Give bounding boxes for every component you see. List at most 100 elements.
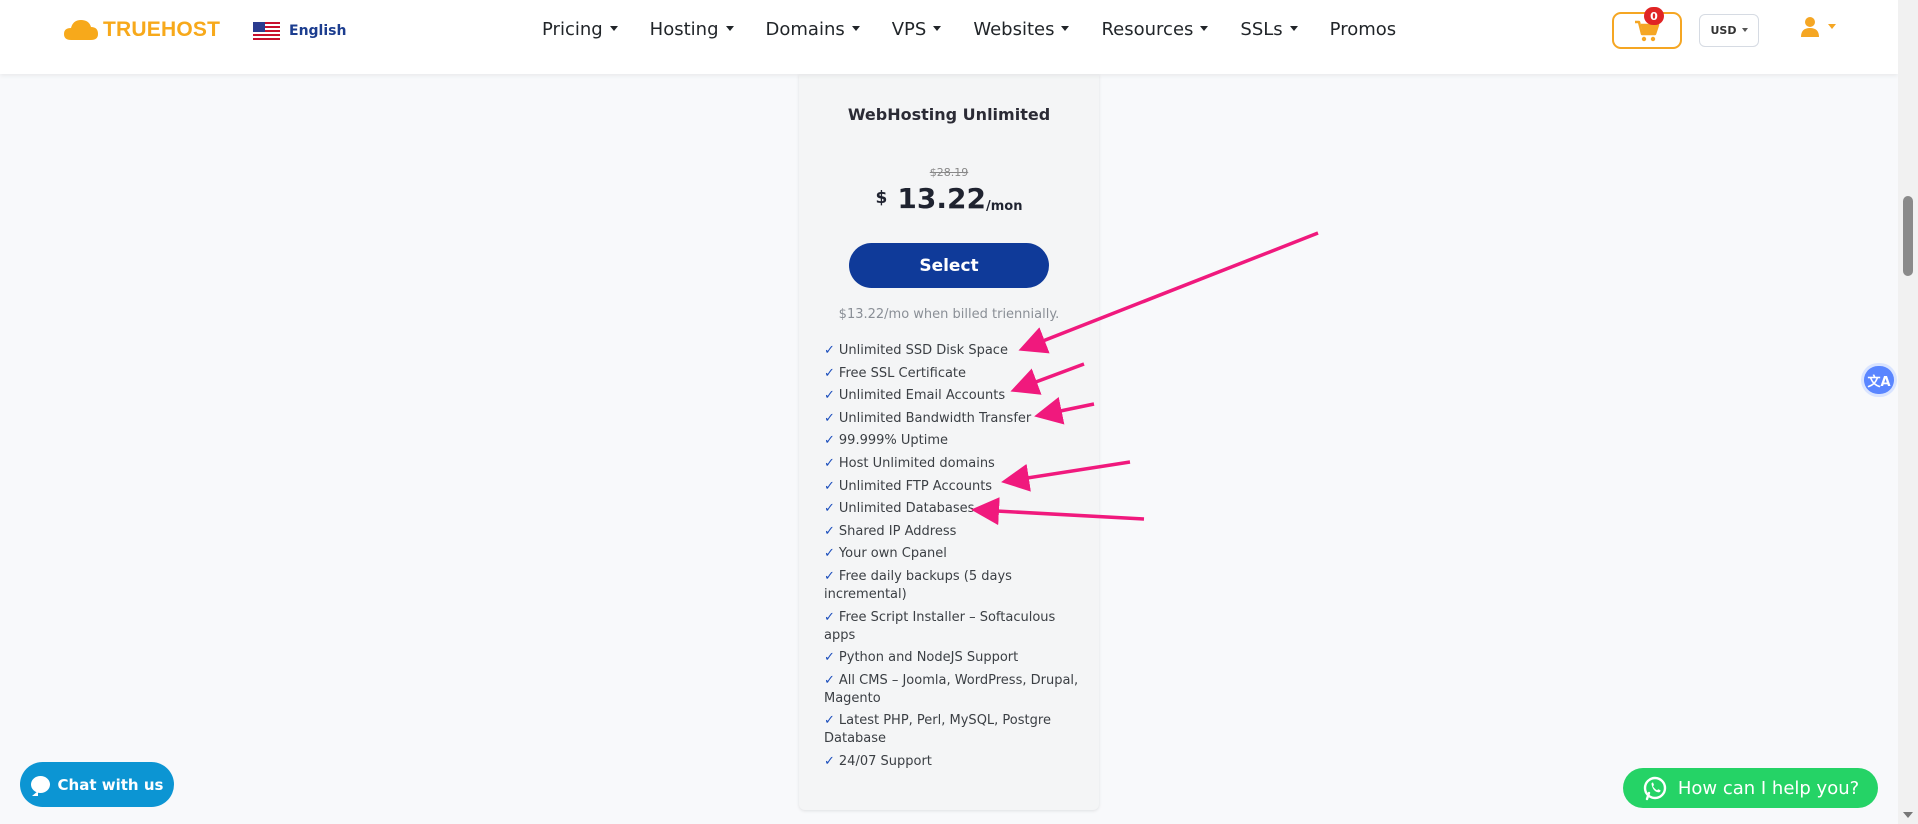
- old-price: $28.19: [929, 166, 969, 179]
- checkmark-icon: ✓: [824, 672, 835, 688]
- checkmark-icon: ✓: [824, 478, 835, 494]
- feature-text: Your own Cpanel: [838, 546, 947, 562]
- translate-button[interactable]: 文A: [1864, 366, 1894, 394]
- feature-item: ✓ Your own Cpanel: [824, 545, 1086, 563]
- feature-item: ✓ Unlimited SSD Disk Space: [824, 342, 1086, 360]
- checkmark-icon: ✓: [824, 546, 835, 562]
- logo-text: TRUEHOST: [103, 18, 221, 41]
- checkmark-icon: ✓: [824, 609, 835, 625]
- cloud-icon: [64, 20, 98, 40]
- currency-label: USD: [1710, 24, 1737, 37]
- feature-text: Free Script Installer – Softaculous apps: [824, 609, 1056, 643]
- currency-selector[interactable]: USD: [1699, 14, 1759, 47]
- whatsapp-label: How can I help you?: [1677, 777, 1860, 799]
- nav-websites[interactable]: Websites: [973, 19, 1070, 40]
- feature-text: 24/07 Support: [838, 753, 932, 769]
- checkmark-icon: ✓: [824, 650, 835, 666]
- checkmark-icon: ✓: [824, 365, 835, 381]
- feature-item: ✓ 99.999% Uptime: [824, 432, 1086, 450]
- chat-with-us-button[interactable]: Chat with us: [20, 762, 174, 807]
- feature-text: All CMS – Joomla, WordPress, Drupal, Mag…: [824, 672, 1079, 706]
- feature-text: Unlimited FTP Accounts: [838, 478, 993, 494]
- nav-promos[interactable]: Promos: [1330, 19, 1396, 40]
- currency-symbol: $: [875, 188, 888, 208]
- feature-item: ✓ Latest PHP, Perl, MySQL, Postgre Databa…: [824, 712, 1086, 748]
- nav-domains[interactable]: Domains: [766, 19, 860, 40]
- feature-item: ✓ Free SSL Certificate: [824, 365, 1086, 383]
- billing-note: $13.22/mo when billed triennially.: [838, 307, 1060, 322]
- feature-item: ✓ Unlimited FTP Accounts: [824, 478, 1086, 496]
- feature-item: ✓ Shared IP Address: [824, 523, 1086, 541]
- chevron-down-icon: [609, 26, 618, 31]
- feature-text: Unlimited Databases: [838, 501, 975, 517]
- whatsapp-icon: [1643, 776, 1667, 801]
- scroll-down-arrow-icon[interactable]: [1903, 812, 1913, 818]
- nav-vps[interactable]: VPS: [892, 19, 942, 40]
- feature-text: Unlimited Email Accounts: [838, 388, 1006, 404]
- feature-item: ✓ 24/07 Support: [824, 753, 1086, 771]
- feature-text: Latest PHP, Perl, MySQL, Postgre Databas…: [824, 713, 1051, 747]
- checkmark-icon: ✓: [824, 343, 835, 358]
- feature-list: ✓ Unlimited SSD Disk Space ✓ Free SSL Certi…: [824, 342, 1086, 776]
- cart-count-badge: 0: [1644, 7, 1664, 25]
- nav-pricing[interactable]: Pricing: [542, 19, 618, 40]
- chevron-down-icon: [1200, 26, 1209, 31]
- chevron-down-icon: [851, 26, 860, 31]
- feature-item: ✓ Free daily backups (5 days incremental): [824, 568, 1086, 604]
- main-nav: Pricing Hosting Domains VPS Websites Res…: [542, 19, 1428, 40]
- account-menu[interactable]: [1800, 16, 1836, 38]
- select-button[interactable]: Select: [849, 243, 1049, 288]
- pricing-card: WebHosting Unlimited $28.19 $ 13.22 /mon…: [799, 74, 1099, 810]
- feature-text: Unlimited Bandwidth Transfer: [838, 410, 1032, 426]
- nav-hosting[interactable]: Hosting: [650, 19, 734, 40]
- feature-text: Shared IP Address: [838, 523, 957, 539]
- checkmark-icon: ✓: [824, 433, 835, 449]
- checkmark-icon: ✓: [824, 713, 835, 729]
- chevron-down-icon: [1289, 26, 1298, 31]
- feature-item: ✓ Host Unlimited domains: [824, 455, 1086, 473]
- feature-text: Python and NodeJS Support: [838, 650, 1019, 666]
- site-header: TRUEHOST English Pricing Hosting Domains…: [0, 0, 1898, 74]
- feature-text: Host Unlimited domains: [838, 455, 995, 471]
- checkmark-icon: ✓: [824, 523, 835, 539]
- feature-item: ✓ Python and NodeJS Support: [824, 649, 1086, 667]
- chat-label: Chat with us: [57, 775, 164, 794]
- checkmark-icon: ✓: [824, 501, 835, 517]
- feature-item: ✓ Free Script Installer – Softaculous app…: [824, 609, 1086, 645]
- chat-bubble-icon: [30, 776, 50, 796]
- feature-item: ✓ All CMS – Joomla, WordPress, Drupal, Ma…: [824, 672, 1086, 708]
- chevron-down-icon: [1741, 27, 1748, 32]
- chevron-down-icon: [1828, 23, 1836, 29]
- scrollbar-thumb[interactable]: [1903, 196, 1913, 276]
- language-label: English: [289, 23, 347, 39]
- translate-icon: 文A: [1867, 374, 1891, 390]
- chevron-down-icon: [725, 26, 734, 31]
- feature-item: ✓ Unlimited Databases: [824, 500, 1086, 518]
- checkmark-icon: ✓: [824, 455, 835, 471]
- checkmark-icon: ✓: [824, 753, 835, 769]
- feature-text: Unlimited SSD Disk Space: [838, 343, 1008, 358]
- chevron-down-icon: [1061, 26, 1070, 31]
- page-scrollbar[interactable]: [1898, 0, 1918, 824]
- plan-title: WebHosting Unlimited: [847, 105, 1051, 124]
- price-amount: 13.22: [897, 182, 986, 215]
- nav-resources[interactable]: Resources: [1101, 19, 1209, 40]
- truehost-logo[interactable]: TRUEHOST: [63, 18, 220, 42]
- us-flag-icon: [253, 22, 280, 40]
- feature-item: ✓ Unlimited Bandwidth Transfer: [824, 410, 1086, 428]
- checkmark-icon: ✓: [824, 388, 835, 404]
- nav-ssls[interactable]: SSLs: [1240, 19, 1298, 40]
- user-icon: [1801, 17, 1819, 37]
- feature-text: Free SSL Certificate: [838, 365, 967, 381]
- feature-item: ✓ Unlimited Email Accounts: [824, 387, 1086, 405]
- feature-text: 99.999% Uptime: [838, 433, 949, 449]
- checkmark-icon: ✓: [824, 568, 835, 584]
- language-selector[interactable]: English: [253, 22, 346, 40]
- feature-text: Free daily backups (5 days incremental): [824, 568, 1012, 602]
- chevron-down-icon: [933, 26, 942, 31]
- cart-button[interactable]: 0: [1612, 7, 1682, 49]
- price-period: /mon: [985, 199, 1023, 214]
- price: $ 13.22 /mon: [799, 182, 1099, 215]
- whatsapp-help-button[interactable]: How can I help you?: [1623, 768, 1878, 808]
- checkmark-icon: ✓: [824, 410, 835, 426]
